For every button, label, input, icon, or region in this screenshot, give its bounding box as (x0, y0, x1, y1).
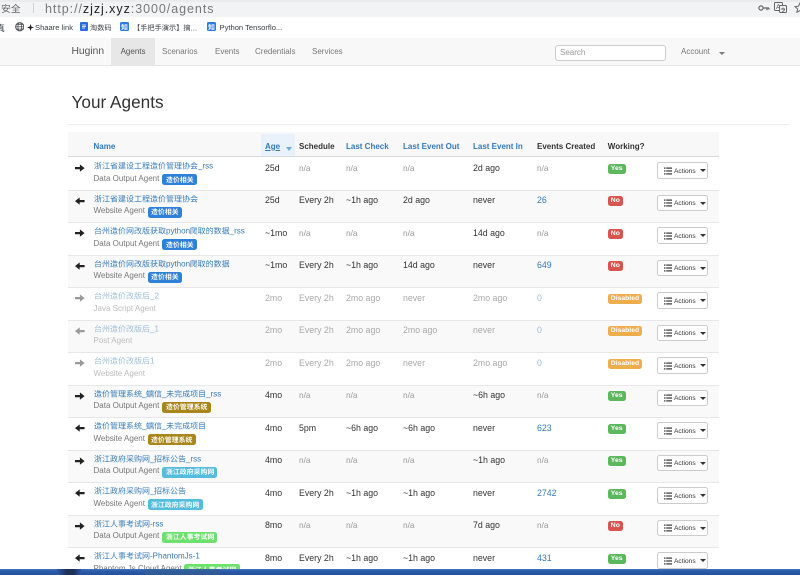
svg-text:_: _ (141, 389, 147, 398)
svg-text:_rss: _rss (228, 227, 244, 236)
svg-text:_: _ (149, 454, 155, 463)
svg-text:_: _ (141, 422, 147, 431)
svg-text:_rss: _rss (205, 389, 221, 398)
svg-text:python: python (166, 227, 190, 236)
svg-text:_rss: _rss (197, 162, 213, 171)
svg-text:_: _ (149, 487, 155, 496)
svg-text:_: _ (161, 389, 167, 398)
svg-text:-rss: -rss (150, 519, 163, 528)
svg-text:_rss: _rss (185, 454, 201, 463)
svg-text:1: 1 (150, 357, 155, 366)
svg-text:_2: _2 (149, 292, 159, 301)
svg-text:_: _ (161, 422, 167, 431)
svg-text:-PhantomJs-1: -PhantomJs-1 (150, 552, 200, 561)
svg-text:...: ... (190, 23, 196, 32)
svg-text:python: python (166, 259, 190, 268)
svg-text:_1: _1 (149, 324, 159, 333)
